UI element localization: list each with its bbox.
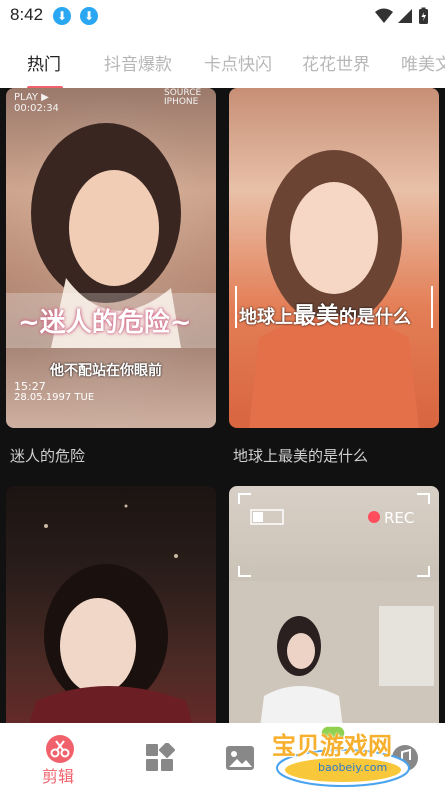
template-card[interactable]: REC xyxy=(229,486,439,723)
scissors-icon xyxy=(46,735,74,763)
overlay-timecode: 00:02:34 xyxy=(14,103,59,114)
nav-item-templates[interactable] xyxy=(130,723,190,791)
watermark-logo: 宝贝游戏网 baobeiy.com xyxy=(268,722,418,788)
overlay-title-part: 的是什么 xyxy=(339,307,411,328)
category-tabs: 热门 抖音爆款 卡点快闪 花花世界 唯美文 xyxy=(0,32,445,90)
tab-douyin[interactable]: 抖音爆款 xyxy=(104,50,172,75)
template-card[interactable]: PLAY ▶ 00:02:34 SOURCE IPHONE ~迷人的危险~ 他不… xyxy=(6,88,216,428)
templates-icon xyxy=(146,743,175,771)
nav-label-edit: 剪辑 xyxy=(42,767,75,786)
card-caption: 迷人的危险 xyxy=(10,447,86,465)
tab-beat-flash[interactable]: 卡点快闪 xyxy=(204,50,272,75)
overlay-title: ~迷人的危险~ xyxy=(18,308,192,338)
card-thumbnail xyxy=(29,504,193,723)
overlay-rec-label: REC xyxy=(384,509,415,527)
overlay-device-label: IPHONE xyxy=(164,97,199,107)
template-card[interactable] xyxy=(6,486,216,723)
status-time: 8:42 xyxy=(10,5,44,24)
overlay-title-part: 地球上 xyxy=(239,307,293,328)
card-caption: 地球上最美的是什么 xyxy=(233,447,369,465)
tab-aesthetic-text[interactable]: 唯美文 xyxy=(401,50,445,75)
overlay-title: 地球上最美的是什么 xyxy=(239,296,411,330)
card-thumbnail xyxy=(249,150,419,428)
wifi-icon xyxy=(375,8,393,23)
watermark-text: 宝贝游戏网 xyxy=(272,732,392,760)
tab-flower-world[interactable]: 花花世界 xyxy=(302,50,370,75)
download-notification-icon: ⬇ xyxy=(80,7,98,25)
download-notification-icon: ⬇ xyxy=(53,7,71,25)
template-card[interactable]: 地球上最美的是什么 xyxy=(229,88,439,428)
signal-icon xyxy=(398,9,412,23)
nav-item-gallery[interactable] xyxy=(210,723,270,791)
overlay-title-emphasis: 最美 xyxy=(293,303,339,329)
image-icon xyxy=(226,746,254,770)
status-icons xyxy=(375,7,428,24)
overlay-date: 28.05.1997 TUE xyxy=(14,392,95,403)
watermark-url: baobeiy.com xyxy=(318,761,388,774)
tab-hot[interactable]: 热门 xyxy=(27,50,61,75)
status-bar: 8:42 ⬇ ⬇ xyxy=(0,0,445,32)
nav-item-edit[interactable]: 剪辑 xyxy=(20,723,100,791)
template-grid: PLAY ▶ 00:02:34 SOURCE IPHONE ~迷人的危险~ 他不… xyxy=(0,88,445,723)
overlay-subtitle: 他不配站在你眼前 xyxy=(50,363,162,379)
overlay-play-label: PLAY ▶ xyxy=(14,92,49,103)
